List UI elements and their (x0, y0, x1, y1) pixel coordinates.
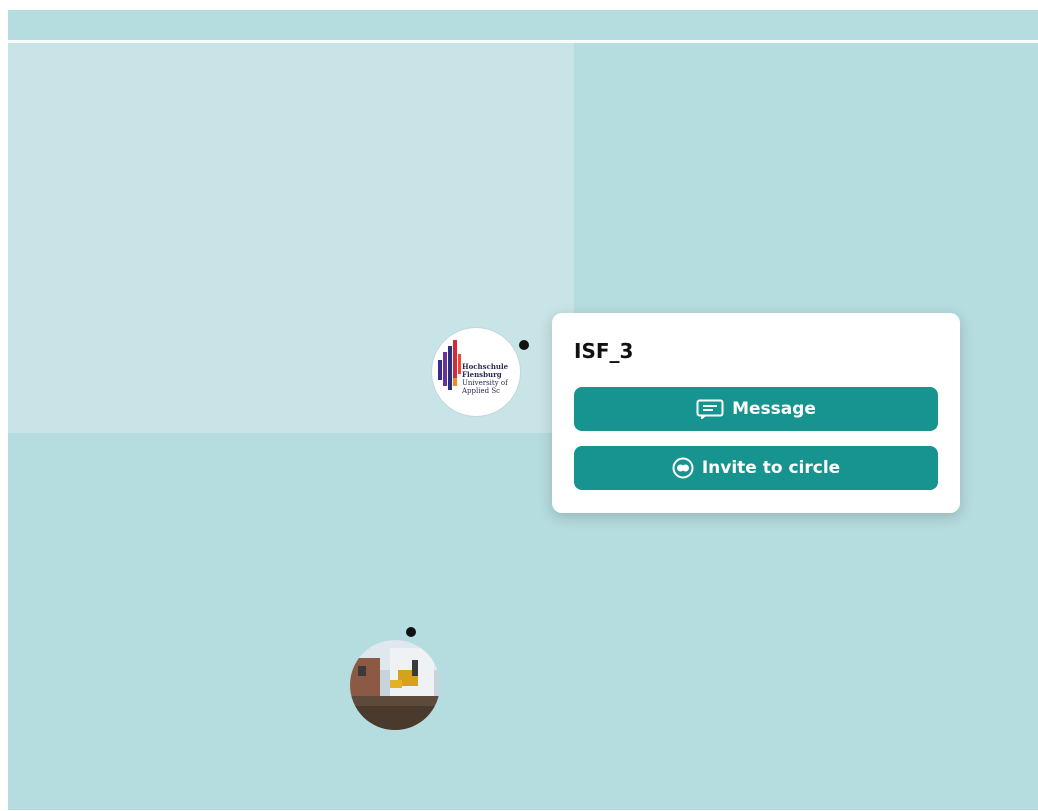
logo-line-3: University of (462, 379, 508, 387)
invite-to-circle-button[interactable]: Invite to circle (574, 446, 938, 490)
map-canvas[interactable]: Hochschule Flensburg University of Appli… (8, 10, 1038, 810)
status-dot (406, 627, 416, 637)
popup-title: ISF_3 (574, 339, 634, 363)
status-dot (519, 340, 529, 350)
user-popup-card: ISF_3 Message Invite to circle (552, 313, 960, 513)
avatar-user-photo[interactable] (350, 640, 440, 730)
invite-button-label: Invite to circle (701, 458, 841, 478)
logo-line-2: Flensburg (462, 370, 502, 379)
user-photo-image (350, 640, 440, 730)
message-button[interactable]: Message (574, 387, 938, 431)
message-button-label: Message (732, 399, 816, 419)
message-icon (696, 399, 724, 419)
circle-icon (672, 457, 694, 479)
university-logo-icon (438, 340, 461, 390)
logo-text: Hochschule Flensburg University of Appli… (462, 363, 508, 396)
avatar-hochschule-flensburg[interactable]: Hochschule Flensburg University of Appli… (432, 328, 520, 416)
logo-line-4: Applied Sc (462, 387, 501, 395)
